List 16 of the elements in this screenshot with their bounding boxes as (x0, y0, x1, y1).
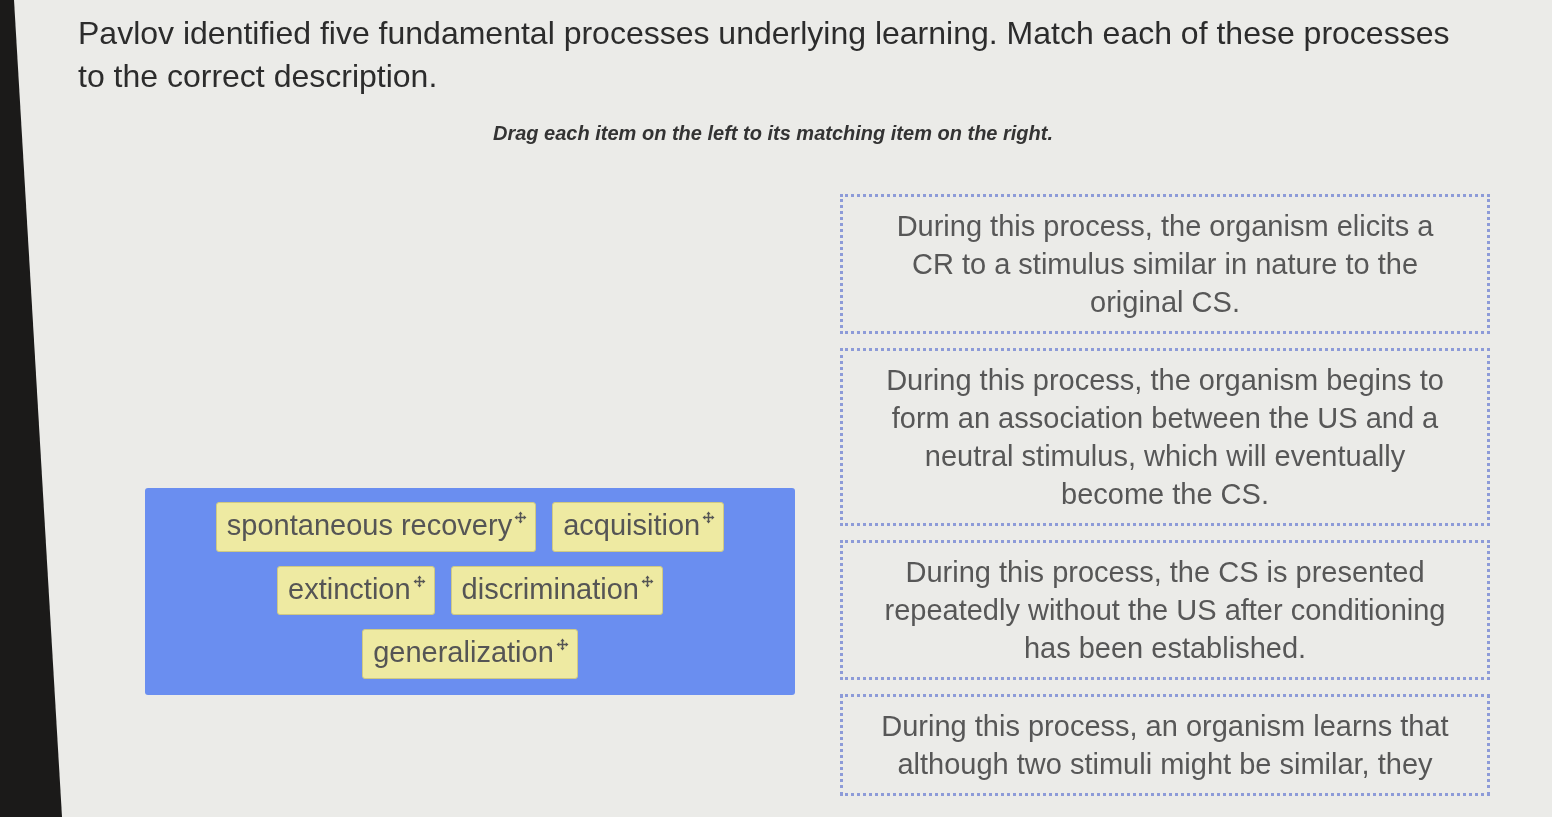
drag-item[interactable]: generalization (362, 629, 578, 680)
drag-item[interactable]: extinction (277, 565, 435, 616)
move-icon (412, 574, 426, 588)
drag-item[interactable]: spontaneous recovery (215, 502, 537, 552)
move-icon (640, 574, 654, 588)
question-prompt: Pavlov identified five fundamental processes underlying learning. Match each of these processes to the correct description. (78, 14, 1451, 96)
instruction-text: Drag each item on the left to its matching item on the right. (491, 121, 1055, 146)
drag-item[interactable]: discrimination (450, 565, 663, 616)
drop-target[interactable]: During this process, the organism begins to form an association between the US and a neutral stimulus, which will eventually become the CS. (840, 348, 1490, 526)
drag-item[interactable]: acquisition (552, 502, 725, 552)
drop-target[interactable]: During this process, the CS is presented repeatedly without the US after conditioning has been established. (840, 540, 1490, 680)
move-icon (514, 511, 528, 524)
drop-target[interactable]: During this process, an organism learns that although two stimuli might be similar, they (840, 694, 1490, 796)
drop-target[interactable]: During this process, the organism elicits a CR to a stimulus similar in nature to the original CS. (840, 194, 1490, 334)
move-icon (555, 638, 569, 652)
move-icon (702, 511, 716, 524)
